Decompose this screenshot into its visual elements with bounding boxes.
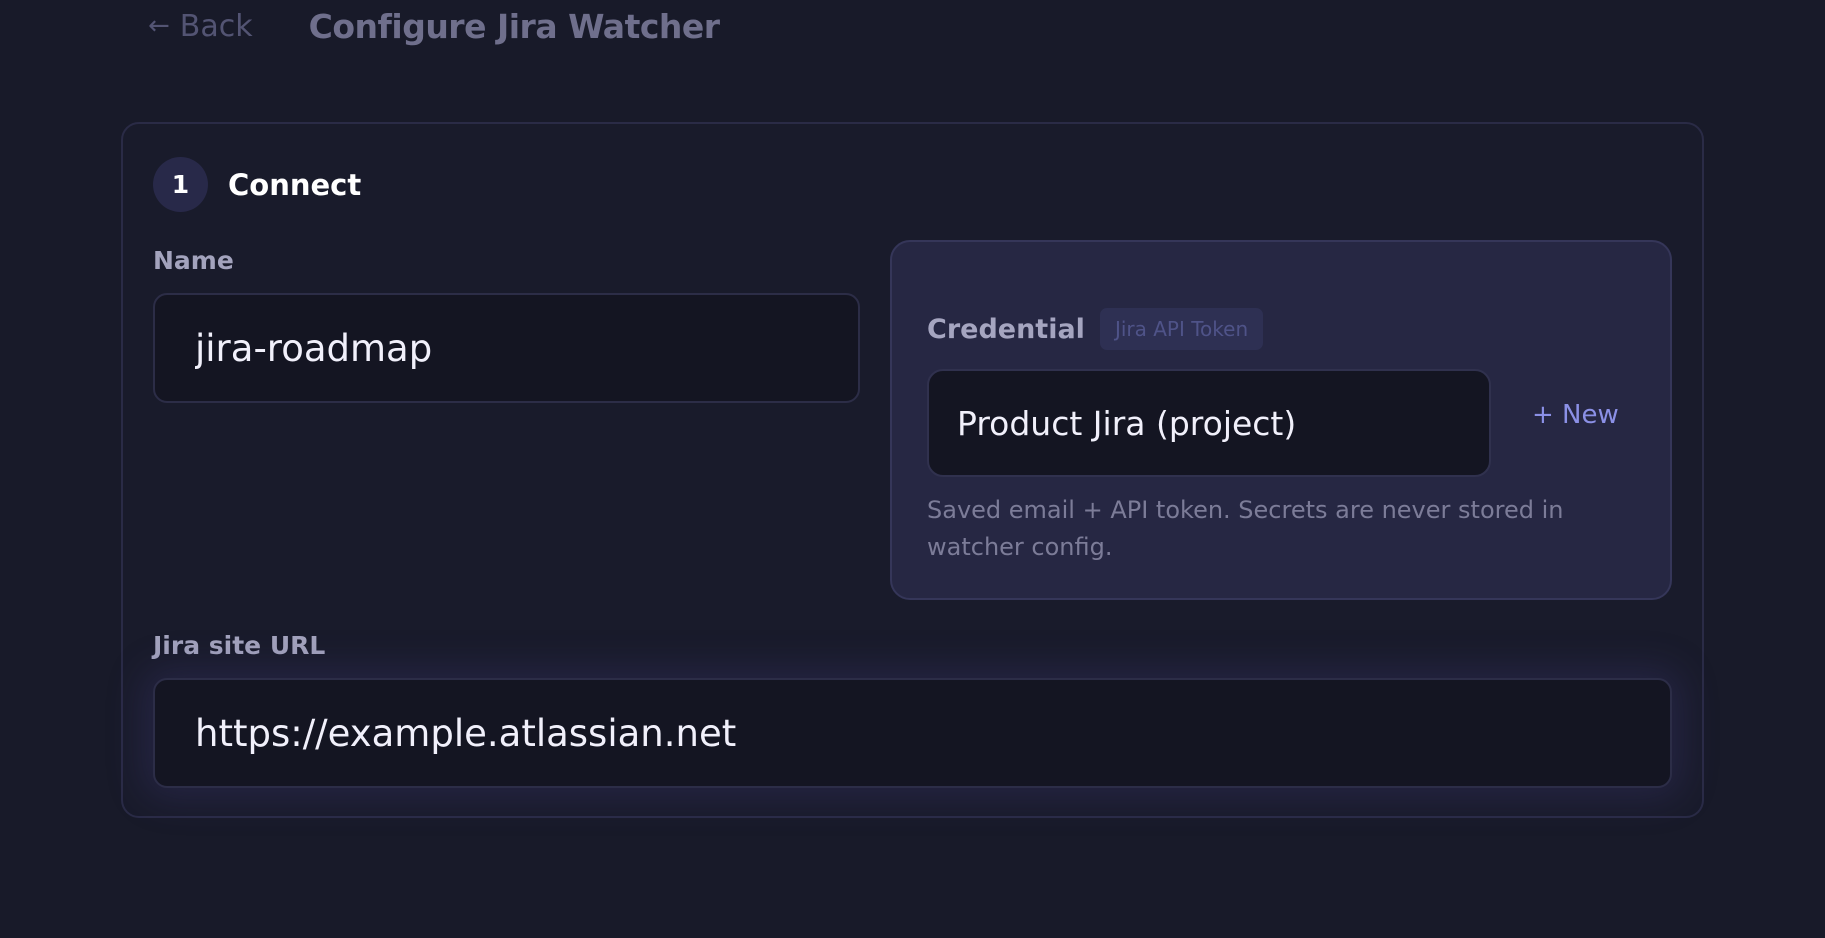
credential-panel: Credential Jira API Token Product Jira (… (890, 240, 1672, 600)
credential-help-text: Saved email + API token. Secrets are nev… (927, 496, 1564, 561)
site-url-label: Jira site URL (153, 631, 326, 660)
credential-select[interactable]: Product Jira (project) (927, 369, 1491, 477)
credential-label: Credential (927, 313, 1085, 345)
back-label: Back (179, 8, 253, 44)
site-url-input[interactable] (153, 678, 1672, 788)
step-header: 1 Connect (153, 157, 361, 212)
top-bar: ← Back Configure Jira Watcher (148, 4, 720, 48)
back-link[interactable]: ← Back (148, 9, 253, 44)
arrow-left-icon: ← (148, 11, 170, 41)
name-label: Name (153, 246, 234, 275)
step-title: Connect (228, 167, 362, 202)
credential-selected-value: Product Jira (project) (957, 403, 1297, 443)
new-credential-button[interactable]: + New (1532, 400, 1619, 430)
credential-header: Credential Jira API Token (927, 308, 1264, 350)
step-number-badge: 1 (153, 157, 208, 212)
name-input[interactable] (153, 293, 860, 403)
page-title: Configure Jira Watcher (308, 6, 720, 46)
connect-step-card: 1 Connect Name Credential Jira API Token… (121, 122, 1704, 818)
credential-type-badge: Jira API Token (1099, 308, 1264, 350)
